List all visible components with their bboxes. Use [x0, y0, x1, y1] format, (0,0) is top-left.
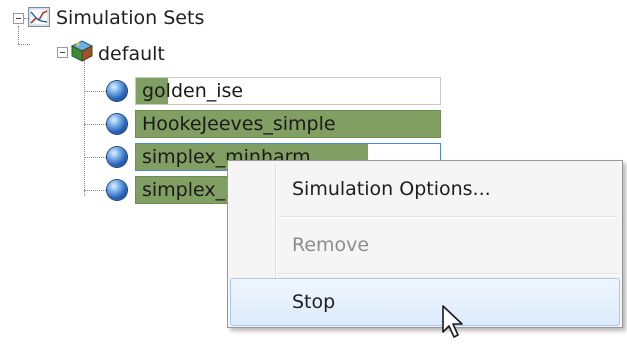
menu-item-simulation-options[interactable]: Simulation Options... — [230, 165, 620, 213]
tree-guide-line — [84, 91, 106, 92]
group-node-label[interactable]: default — [98, 42, 165, 66]
context-menu: Simulation Options... Remove Stop — [227, 160, 623, 328]
cube-group-icon — [70, 39, 94, 63]
blue-sphere-icon — [107, 114, 127, 134]
tree-guide-line — [84, 124, 106, 125]
collapse-root-button[interactable] — [13, 13, 24, 24]
mouse-pointer-icon — [441, 304, 467, 340]
tree-item-golden-ise[interactable]: golden_ise — [135, 77, 441, 105]
menu-separator — [278, 216, 618, 218]
menu-separator — [278, 273, 618, 275]
blue-sphere-icon — [107, 81, 127, 101]
tree-guide-line — [18, 26, 19, 44]
blue-sphere-icon — [107, 147, 127, 167]
menu-item-stop[interactable]: Stop — [230, 278, 620, 326]
collapse-group-button[interactable] — [57, 47, 68, 58]
tree-guide-line — [84, 157, 106, 158]
tree-item-hookejeeves-simple[interactable]: HookeJeeves_simple — [135, 110, 441, 138]
blue-sphere-icon — [107, 180, 127, 200]
tree-guide-line — [18, 44, 30, 45]
menu-item-remove[interactable]: Remove — [230, 221, 620, 269]
simulation-sets-icon — [28, 7, 50, 27]
tree-guide-line — [84, 190, 106, 191]
root-node-label[interactable]: Simulation Sets — [56, 6, 204, 30]
tree-guide-line — [84, 60, 85, 196]
